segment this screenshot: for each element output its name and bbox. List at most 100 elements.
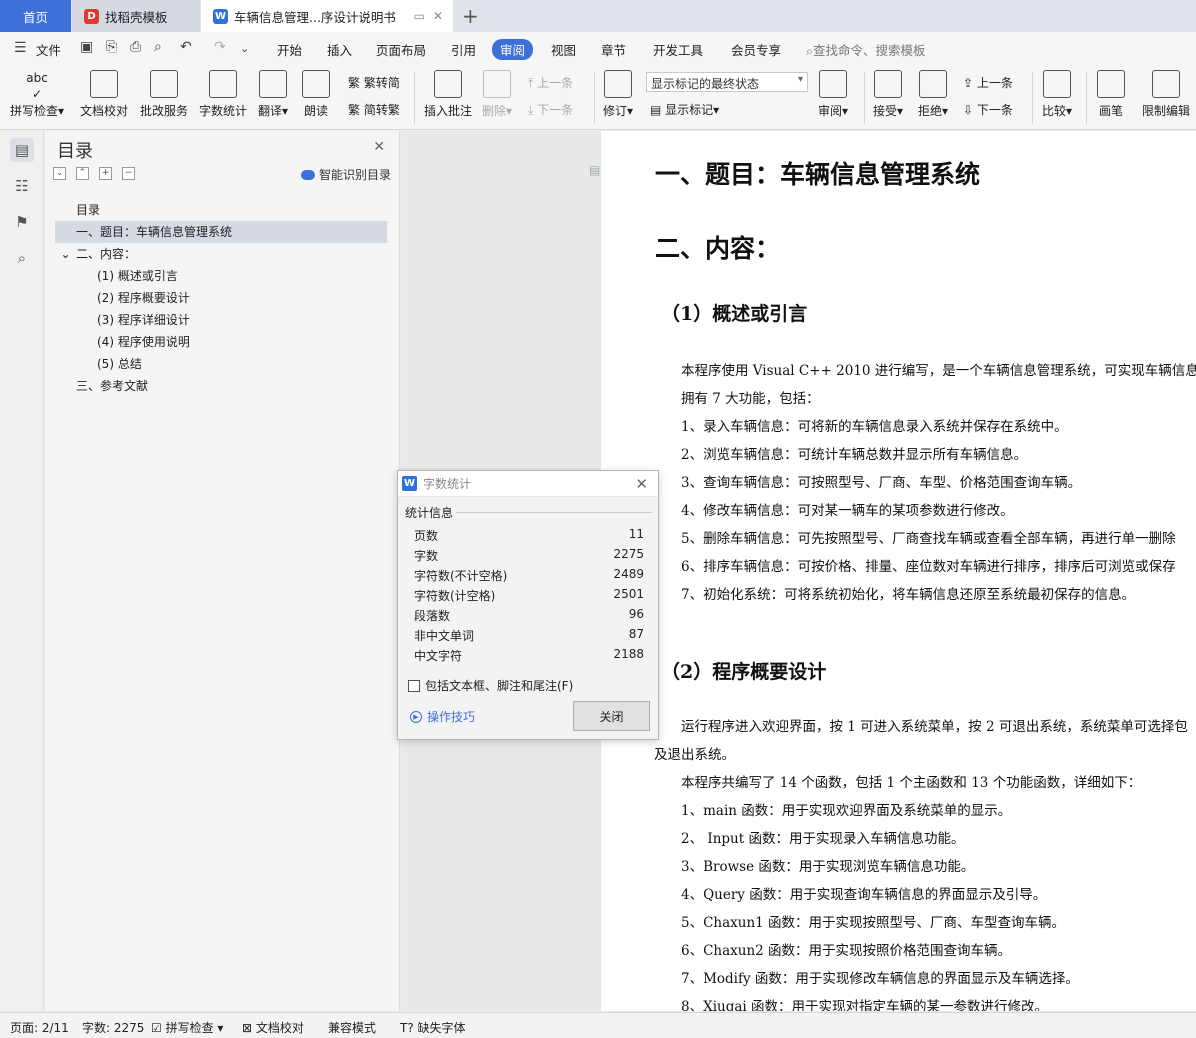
read-aloud-button[interactable]: 朗读	[302, 70, 330, 119]
next-comment-button[interactable]: ⤓ 下一条	[528, 101, 573, 118]
close-button[interactable]: 关闭	[573, 701, 650, 731]
proof-icon: ⊠	[242, 1021, 253, 1035]
tab-document[interactable]: W 车辆信息管理...序设计说明书 ▭ ✕	[201, 0, 453, 32]
menu-file[interactable]: 文件	[36, 40, 61, 59]
translate-button[interactable]: 翻译▾	[258, 70, 288, 119]
doc-proof-button[interactable]: 文档校对	[80, 70, 128, 119]
menu-developer[interactable]: 开发工具	[653, 40, 703, 59]
stat-value: 2501	[613, 587, 644, 601]
bookmark-icon[interactable]: ⚑	[10, 210, 34, 234]
track-changes-icon	[604, 70, 633, 98]
menu-layout[interactable]: 页面布局	[376, 40, 426, 59]
checkbox-box[interactable]	[408, 679, 420, 692]
expand-all-icon[interactable]: ⌄	[53, 167, 66, 180]
export-pdf-icon[interactable]: ⎘	[106, 39, 117, 55]
stat-label: 字数	[414, 549, 439, 563]
tips-link[interactable]: ▶ 操作技巧	[410, 708, 475, 725]
promote-level-icon[interactable]: +	[99, 167, 112, 180]
pin-icon[interactable]: ▭	[414, 9, 425, 23]
stat-row: 段落数 96	[414, 607, 644, 627]
document-page[interactable]: 一、题目：车辆信息管理系统 二、内容： （1）概述或引言 本程序使用 Visua…	[601, 131, 1196, 1011]
smart-toc-button[interactable]: 智能识别目录	[300, 166, 391, 183]
demote-level-icon[interactable]: −	[122, 167, 135, 180]
toc-item[interactable]: (1) 概述或引言	[55, 265, 387, 287]
list-item: 2、 Input 函数：用于实现录入车辆信息功能。	[681, 831, 965, 847]
spell-check-status[interactable]: ☑ 拼写检查 ▾	[151, 1019, 223, 1036]
word-count-label: 字数统计	[199, 104, 248, 118]
new-tab-icon[interactable]: +	[462, 4, 479, 28]
restrict-edit-button[interactable]: 限制编辑	[1142, 70, 1190, 119]
doc-proof-status[interactable]: ⊠ 文档校对	[242, 1019, 304, 1036]
reject-button[interactable]: 拒绝▾	[918, 70, 948, 119]
list-item: 6、Chaxun2 函数：用于实现按照价格范围查询车辆。	[681, 943, 1012, 959]
chevron-down-icon[interactable]: ⌄	[55, 243, 76, 265]
menu-review[interactable]: 审阅	[492, 39, 534, 60]
include-textbox-checkbox[interactable]: 包括文本框、脚注和尾注(F)	[408, 677, 573, 694]
hamburger-icon[interactable]: ☰	[14, 40, 27, 56]
tab-home[interactable]: 首页	[0, 0, 71, 32]
undo-icon[interactable]: ↶	[180, 39, 192, 55]
menu-insert[interactable]: 插入	[327, 40, 352, 59]
markup-mode-select[interactable]: 显示标记的最终状态	[646, 72, 808, 92]
lock-icon	[1152, 70, 1180, 98]
chapter-nav-icon[interactable]: ☷	[10, 174, 34, 198]
stat-row: 中文字符 2188	[414, 647, 644, 667]
toc-item[interactable]: (3) 程序详细设计	[55, 309, 387, 331]
list-item: 3、Browse 函数：用于实现浏览车辆信息功能。	[681, 859, 975, 875]
toc-item[interactable]: (4) 程序使用说明	[55, 331, 387, 353]
print-preview-icon[interactable]: ⌕	[154, 39, 162, 55]
tab-document-label: 车辆信息管理...序设计说明书	[234, 9, 396, 25]
tab-template[interactable]: D 找稻壳模板	[72, 0, 200, 32]
menu-view[interactable]: 视图	[551, 40, 576, 59]
collapse-all-icon[interactable]: ⌃	[76, 167, 89, 180]
dialog-titlebar[interactable]: W 字数统计	[398, 471, 658, 497]
track-changes-button[interactable]: 修订▾	[603, 70, 633, 119]
close-icon[interactable]: ✕	[373, 139, 385, 155]
review-pane-button[interactable]: 审阅▾	[818, 70, 848, 119]
track-changes-label: 修订	[603, 104, 628, 118]
menu-start[interactable]: 开始	[277, 40, 302, 59]
command-search[interactable]: ⌕查找命令、搜索模板	[806, 40, 926, 59]
delete-comment-icon	[483, 70, 512, 98]
customize-chevron-icon[interactable]: ⌄	[240, 42, 249, 55]
simp-to-trad-button[interactable]: 繁 简转繁	[348, 101, 400, 118]
compare-button[interactable]: 比较▾	[1042, 70, 1072, 119]
print-icon[interactable]: ⎙	[130, 39, 141, 55]
review-service-button[interactable]: 批改服务	[140, 70, 188, 119]
word-count-indicator[interactable]: 字数: 2275	[82, 1019, 144, 1036]
trad-to-simp-button[interactable]: 繁 繁转简	[348, 74, 400, 91]
next-change-button[interactable]: ⇩ 下一条	[963, 101, 1013, 118]
missing-font-status[interactable]: T? 缺失字体	[400, 1019, 466, 1036]
spell-check-button[interactable]: abc ✓ 拼写检查▾	[10, 70, 64, 119]
page-indicator[interactable]: 页面: 2/11	[10, 1019, 69, 1036]
prev-comment-button[interactable]: ⤒ 上一条	[528, 74, 573, 91]
stats-section-label: 统计信息	[405, 506, 454, 520]
pen-button[interactable]: 画笔	[1097, 70, 1125, 119]
menu-references[interactable]: 引用	[451, 40, 476, 59]
word-count-icon	[209, 70, 237, 98]
close-tab-icon[interactable]: ✕	[433, 9, 443, 23]
show-markup-button[interactable]: ▤ 显示标记▾	[650, 101, 719, 118]
toc-item[interactable]: (5) 总结	[55, 353, 387, 375]
paragraph: 拥有 7 大功能，包括：	[681, 391, 820, 407]
toc-panel-icon[interactable]: ▤	[10, 138, 34, 162]
word-count-button[interactable]: 字数统计	[199, 70, 247, 119]
accept-button[interactable]: 接受▾	[873, 70, 903, 119]
reject-label: 拒绝	[918, 104, 943, 118]
redo-icon[interactable]: ↷	[214, 39, 226, 55]
menu-chapter[interactable]: 章节	[601, 40, 626, 59]
toc-toolbar: ⌄ ⌃ + −	[53, 167, 135, 180]
find-icon[interactable]: ⌕	[10, 246, 34, 270]
toc-item[interactable]: 一、题目：车辆信息管理系统	[55, 221, 387, 243]
close-icon[interactable]: ✕	[635, 475, 648, 493]
save-icon[interactable]: ▣	[80, 39, 93, 55]
delete-comment-button[interactable]: 删除▾	[482, 70, 512, 119]
list-item: 7、Modify 函数：用于实现修改车辆信息的界面显示及车辆选择。	[681, 971, 1079, 987]
toc-item[interactable]: 目录	[55, 199, 387, 221]
toc-item[interactable]: ⌄ 二、内容：	[55, 243, 387, 265]
menu-member[interactable]: 会员专享	[731, 40, 781, 59]
prev-change-button[interactable]: ⇪ 上一条	[963, 74, 1013, 91]
toc-item[interactable]: 三、参考文献	[55, 375, 387, 397]
toc-item[interactable]: (2) 程序概要设计	[55, 287, 387, 309]
insert-comment-button[interactable]: 插入批注	[424, 70, 472, 119]
